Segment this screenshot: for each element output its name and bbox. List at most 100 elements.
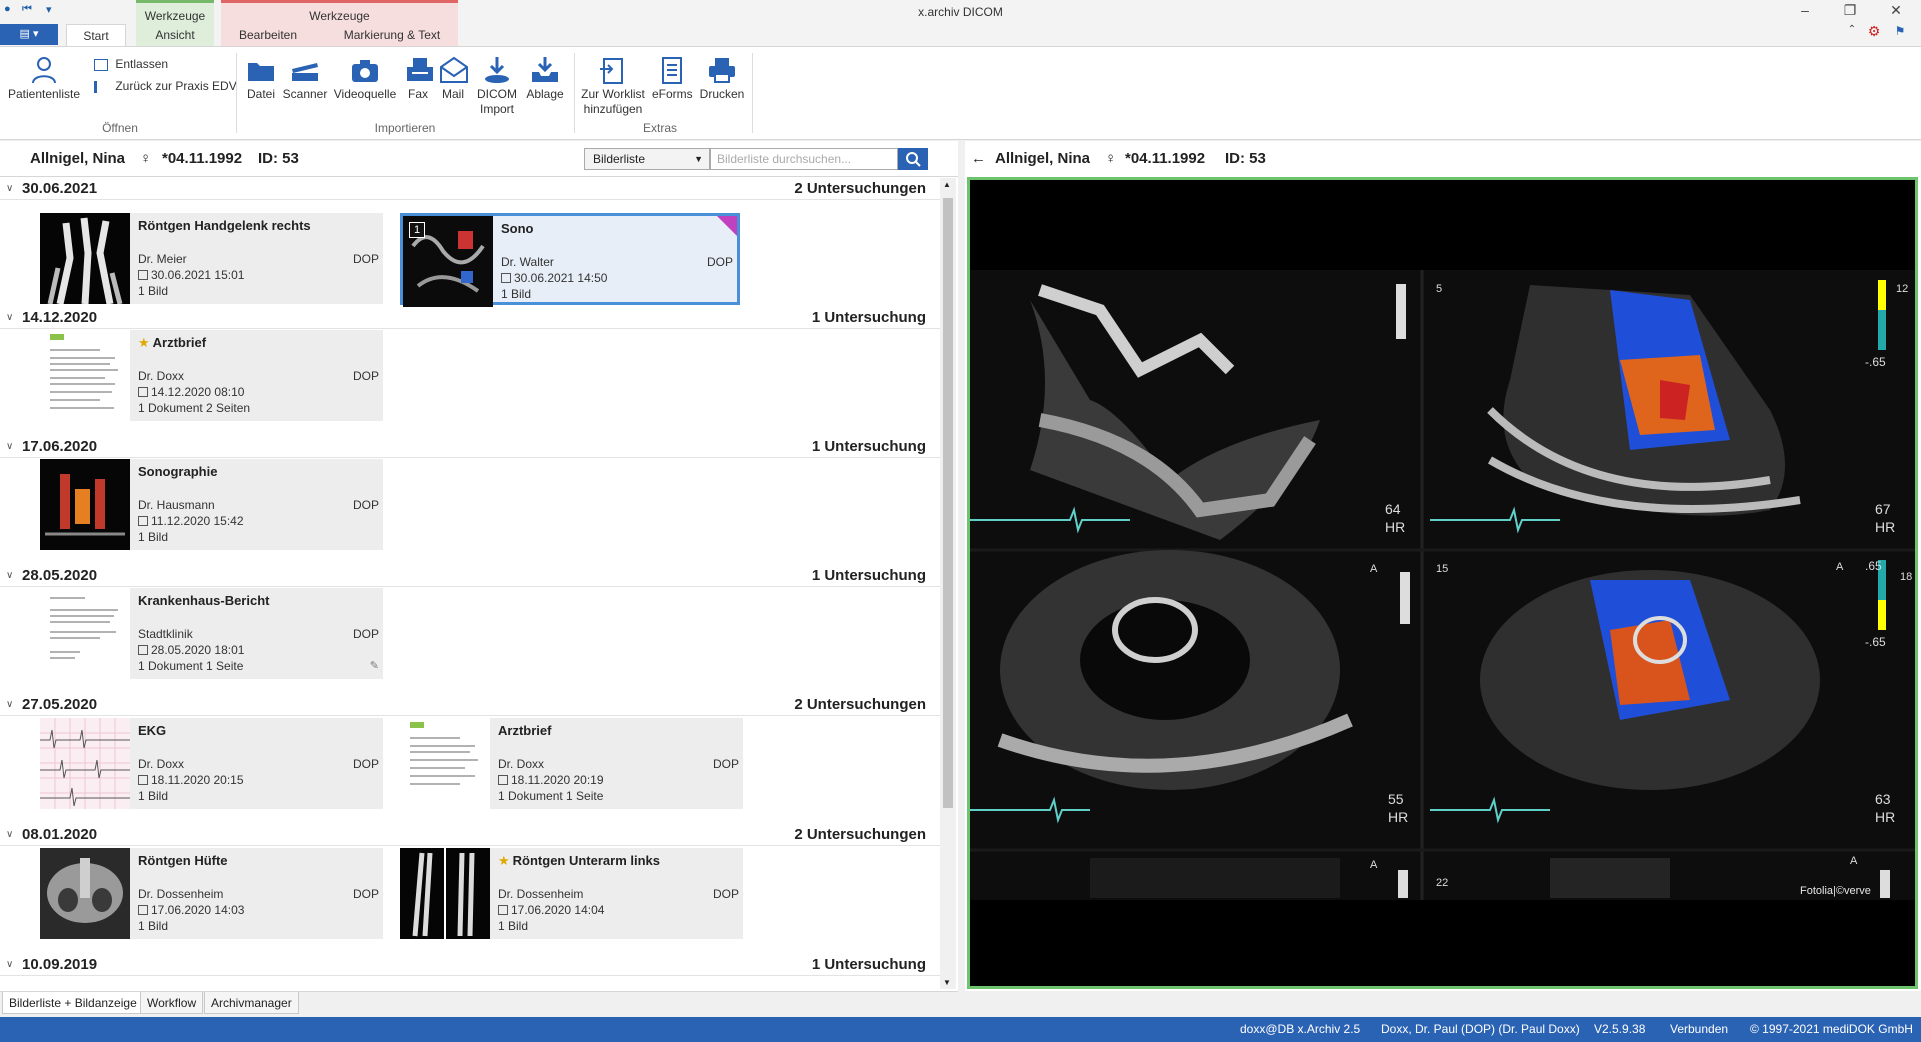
file-menu-button[interactable]: ▤ ▾ — [0, 24, 58, 45]
settings-gear-icon[interactable]: ⚙ — [1864, 23, 1884, 40]
scroll-down-icon[interactable]: ▼ — [943, 978, 951, 987]
examination-card[interactable]: EKG Dr. Doxx DOP 18.11.2020 20:15 1 Bild — [40, 718, 383, 809]
examination-card[interactable]: ★ Röntgen Unterarm links Dr. Dossenheim D… — [400, 848, 743, 939]
videoquelle-button[interactable]: Videoquelle — [332, 55, 398, 102]
examination-list[interactable]: ∨ 30.06.2021 2 Untersuchungen Röntgen Ha… — [0, 178, 940, 989]
notification-flag-icon[interactable]: ⚑ — [1890, 24, 1910, 38]
worklist-add-button[interactable]: Zur Worklist hinzufügen — [578, 55, 648, 117]
scanner-button[interactable]: Scanner — [282, 55, 328, 102]
title-bar: ● ⏮ ▾ x.archiv DICOM – ❐ ✕ ⌃ ⚙ ⚑ Werkzeu… — [0, 0, 1921, 46]
restore-button[interactable]: ❐ — [1840, 2, 1860, 19]
close-button[interactable]: ✕ — [1886, 2, 1906, 19]
tab-ansicht[interactable]: Ansicht — [136, 24, 214, 46]
image-viewer-pane: ← Allnigel, Nina ♀ *04.11.1992 ID: 53 5 … — [965, 141, 1921, 991]
bottom-tab-bar: Bilderliste + Bildanzeige Workflow Archi… — [0, 991, 958, 1016]
examination-site: DOP — [352, 252, 379, 266]
form-icon — [662, 57, 682, 84]
chevron-down-icon[interactable]: ∨ — [6, 307, 13, 329]
image-list-search-input[interactable] — [710, 148, 898, 170]
examination-card[interactable]: Sonographie Dr. Hausmann DOP 11.12.2020 … — [40, 459, 383, 550]
star-icon[interactable]: ★ — [498, 853, 510, 868]
back-arrow-icon[interactable]: ← — [971, 150, 986, 167]
minimize-button[interactable]: – — [1795, 2, 1815, 18]
list-scrollbar[interactable]: ▲ ▼ — [940, 178, 956, 989]
button-label: Patientenliste — [7, 87, 81, 101]
date-group: ∨ 10.09.2019 1 Untersuchung — [0, 954, 940, 976]
tab-bearbeiten[interactable]: Bearbeiten — [228, 24, 308, 46]
heart-rate-value: 67 — [1875, 501, 1891, 517]
date-group-header[interactable]: ∨ 27.05.2020 2 Untersuchungen — [0, 694, 940, 716]
view-mode-value: Bilderliste — [593, 152, 646, 166]
dicom-import-button[interactable]: DICOM Import — [474, 55, 520, 117]
patientenliste-button[interactable]: Patientenliste — [6, 55, 82, 102]
scroll-thumb[interactable] — [943, 198, 953, 808]
tab-bilderliste-bildanzeige[interactable]: Bilderliste + Bildanzeige — [2, 992, 144, 1014]
star-icon[interactable]: ★ — [138, 335, 150, 350]
ablage-button[interactable]: Ablage — [522, 55, 568, 102]
fax-button[interactable]: Fax — [404, 55, 433, 102]
image-viewer[interactable]: 5 64 HR 12 -.65 67 HR A 55 HR 15 A .65 1… — [967, 177, 1918, 989]
tab-markierung-text[interactable]: Markierung & Text — [332, 24, 452, 46]
button-label: Fax — [407, 87, 428, 101]
group-count: 1 Untersuchung — [811, 956, 926, 973]
printer-icon — [709, 58, 735, 83]
examination-doctor: Stadtklinik — [138, 627, 193, 641]
examination-card[interactable]: Arztbrief Dr. Doxx DOP 18.11.2020 20:19 … — [400, 718, 743, 809]
scroll-up-icon[interactable]: ▲ — [943, 180, 951, 189]
examination-site: DOP — [352, 369, 379, 383]
image-list-pane: Allnigel, Nina ♀ *04.11.1992 ID: 53 Bild… — [0, 141, 958, 991]
tab-start[interactable]: Start — [66, 24, 126, 46]
examination-site: DOP — [712, 887, 739, 901]
echocardiography-image[interactable]: 5 64 HR 12 -.65 67 HR A 55 HR 15 A .65 1… — [970, 180, 1915, 986]
examination-datetime: 11.12.2020 15:42 — [138, 514, 244, 528]
date-group: ∨ 14.12.2020 1 Untersuchung ★ Arztbrief D… — [0, 307, 940, 421]
examination-doctor: Dr. Doxx — [138, 757, 185, 771]
scanner-icon — [292, 63, 318, 81]
date-group-header[interactable]: ∨ 30.06.2021 2 Untersuchungen — [0, 178, 940, 200]
chevron-down-icon[interactable]: ∨ — [6, 824, 13, 846]
chevron-down-icon[interactable]: ∨ — [6, 178, 13, 200]
drucken-button[interactable]: Drucken — [698, 55, 746, 102]
status-bar: doxx@DB x.Archiv 2.5 Doxx, Dr. Paul (DOP… — [0, 1017, 1921, 1042]
calendar-icon — [498, 775, 508, 785]
examination-card-selected[interactable]: 1 Sono Dr. Walter DOP 30.06.2021 14:50 1… — [400, 213, 740, 307]
zurueck-praxis-edv-button[interactable]: Zurück zur Praxis EDV — [94, 79, 237, 93]
image-credit: Fotolia|©verve — [1800, 885, 1871, 897]
datei-button[interactable]: Datei — [244, 55, 278, 102]
tab-archivmanager[interactable]: Archivmanager — [204, 992, 299, 1014]
view-mode-select[interactable]: Bilderliste ▼ — [584, 148, 710, 170]
date-group-header[interactable]: ∨ 28.05.2020 1 Untersuchung — [0, 565, 940, 587]
examination-card[interactable]: Krankenhaus-Bericht Stadtklinik DOP 28.0… — [40, 588, 383, 679]
heart-rate-value: 64 — [1385, 501, 1401, 517]
heart-rate-value: 55 — [1388, 791, 1404, 807]
back-to-start-icon — [94, 80, 108, 93]
context-label: Werkzeuge — [144, 9, 206, 23]
examination-card[interactable]: ★ Arztbrief Dr. Doxx DOP 14.12.2020 08:10… — [40, 330, 383, 421]
examination-count: 1 Bild — [501, 287, 532, 301]
date-group-header[interactable]: ∨ 14.12.2020 1 Untersuchung — [0, 307, 940, 329]
examination-title: Krankenhaus-Bericht — [138, 593, 270, 608]
color-scale-label: -.65 — [1865, 635, 1886, 649]
chevron-down-icon[interactable]: ∨ — [6, 565, 13, 587]
eforms-button[interactable]: eForms — [652, 55, 693, 102]
examination-doctor: Dr. Doxx — [498, 757, 545, 771]
collapse-ribbon-icon[interactable]: ⌃ — [1842, 24, 1862, 35]
chevron-down-icon[interactable]: ∨ — [6, 954, 13, 976]
chevron-down-icon[interactable]: ∨ — [6, 436, 13, 458]
button-label: Scanner — [282, 87, 328, 101]
button-label: Ablage — [526, 87, 564, 101]
date-group-header[interactable]: ∨ 08.01.2020 2 Untersuchungen — [0, 824, 940, 846]
mail-button[interactable]: Mail — [438, 55, 468, 102]
examination-card[interactable]: Röntgen Hüfte Dr. Dossenheim DOP 17.06.2… — [40, 848, 383, 939]
examination-card[interactable]: Röntgen Handgelenk rechts Dr. Meier DOP … — [40, 213, 383, 304]
group-count: 2 Untersuchungen — [794, 696, 926, 713]
date-group-header[interactable]: ∨ 10.09.2019 1 Untersuchung — [0, 954, 940, 976]
chevron-down-icon[interactable]: ∨ — [6, 694, 13, 716]
search-button[interactable] — [898, 148, 928, 170]
entlassen-button[interactable]: Entlassen — [94, 57, 168, 71]
person-icon — [32, 57, 56, 84]
status-connection: Verbunden — [1670, 1022, 1729, 1036]
examination-title: Röntgen Hüfte — [138, 853, 228, 868]
date-group-header[interactable]: ∨ 17.06.2020 1 Untersuchung — [0, 436, 940, 458]
tab-workflow[interactable]: Workflow — [140, 992, 204, 1014]
